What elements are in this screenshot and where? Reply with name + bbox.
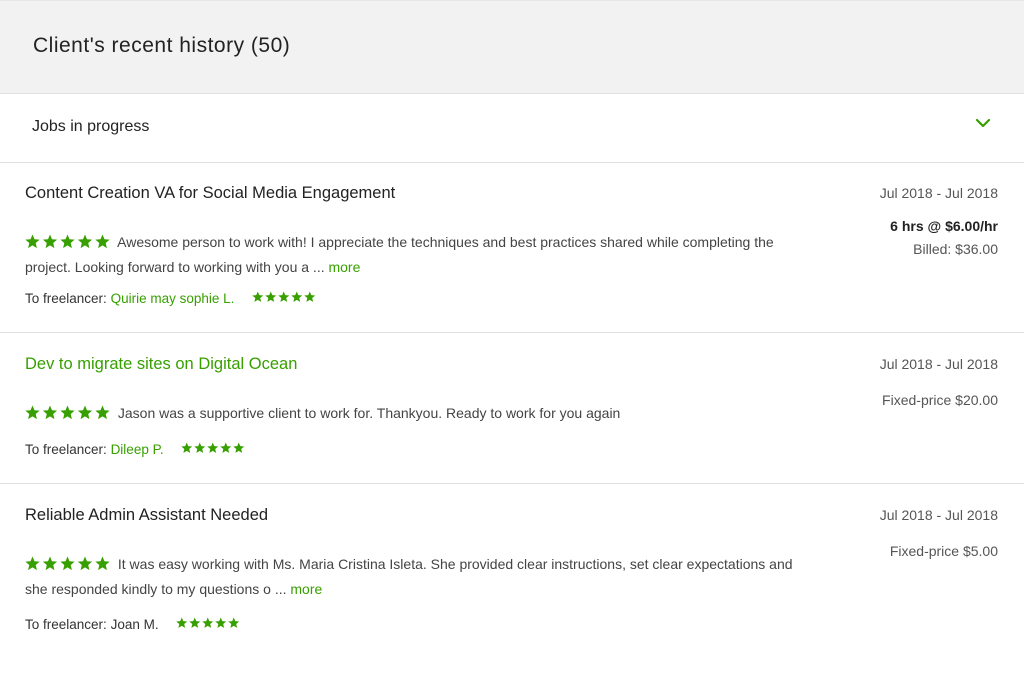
freelancer-stars-icon [252,291,316,303]
star-icon [77,556,93,571]
star-icon [77,234,93,249]
star-icon [42,234,58,249]
star-icon [25,234,40,249]
star-icon [181,442,193,453]
star-icon [60,556,75,571]
review-stars-icon [25,556,111,571]
freelancer-prefix: To freelancer: [25,291,107,306]
job-rate: 6 hrs @ $6.00/hr [890,218,998,234]
more-link[interactable]: more [328,259,360,275]
star-icon [252,291,264,302]
star-icon [215,617,227,628]
freelancer-stars-icon [181,442,245,454]
job-dates: Jul 2018 - Jul 2018 [879,507,998,523]
freelancer-line: To freelancer: Dileep P. [25,442,245,457]
review-text: It was easy working with Ms. Maria Crist… [25,556,793,597]
star-icon [207,442,219,453]
star-icon [265,291,277,302]
freelancer-line: To freelancer: Quirie may sophie L. [25,291,316,306]
star-icon [304,291,316,302]
star-icon [77,405,93,420]
review-text-block: Jason was a supportive client to work fo… [25,401,805,426]
star-icon [220,442,232,453]
page-title: Client's recent history (50) [33,34,291,57]
job-title: Content Creation VA for Social Media Eng… [25,184,396,202]
star-icon [233,442,245,453]
star-icon [194,442,206,453]
star-icon [95,405,110,420]
review-text: Awesome person to work with! I appreciat… [25,234,774,275]
job-item: Reliable Admin Assistant Needed Jul 2018… [0,485,1024,665]
job-item: Content Creation VA for Social Media Eng… [0,163,1024,333]
star-icon [25,405,40,420]
more-link[interactable]: more [290,581,322,597]
star-icon [95,556,110,571]
star-icon [202,617,214,628]
job-price: Fixed-price $5.00 [889,543,998,559]
job-dates: Jul 2018 - Jul 2018 [879,185,998,201]
review-text-block: Awesome person to work with! I appreciat… [25,230,805,280]
star-icon [60,234,75,249]
star-icon [176,617,188,628]
review-stars-icon [25,405,111,420]
freelancer-name-link[interactable]: Quirie may sophie L. [111,291,235,306]
chevron-down-icon[interactable] [975,118,991,128]
job-dates: Jul 2018 - Jul 2018 [879,356,998,372]
star-icon [189,617,201,628]
star-icon [42,556,58,571]
freelancer-name: Joan M. [110,617,159,632]
jobs-in-progress-toggle[interactable]: Jobs in progress [0,94,1024,163]
job-price: Fixed-price $20.00 [882,392,998,408]
star-icon [95,234,110,249]
job-title: Reliable Admin Assistant Needed [25,506,269,524]
star-icon [42,405,58,420]
freelancer-line: To freelancer: Joan M. [25,617,240,632]
job-billed: Billed: $36.00 [913,241,998,257]
freelancer-stars-icon [176,617,240,629]
star-icon [278,291,290,302]
job-title-link[interactable]: Dev to migrate sites on Digital Ocean [25,355,297,374]
review-text: Jason was a supportive client to work fo… [117,405,621,421]
review-text-block: It was easy working with Ms. Maria Crist… [25,552,805,602]
freelancer-prefix: To freelancer: [25,617,107,632]
star-icon [60,405,75,420]
job-item: Dev to migrate sites on Digital Ocean Ju… [0,334,1024,484]
filter-label: Jobs in progress [32,118,150,135]
review-stars-icon [25,234,111,249]
star-icon [25,556,40,571]
freelancer-name-link[interactable]: Dileep P. [111,442,164,457]
history-header: Client's recent history (50) [0,0,1024,94]
freelancer-prefix: To freelancer: [25,442,107,457]
star-icon [228,617,240,628]
star-icon [291,291,303,302]
